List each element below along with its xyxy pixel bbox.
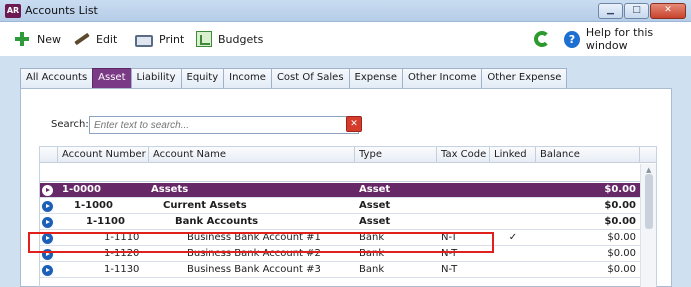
budgets-button[interactable]: Budgets — [196, 30, 263, 48]
row-arrow-icon[interactable] — [42, 249, 53, 260]
pencil-icon — [72, 30, 90, 48]
cell-name: Business Bank Account #1 — [187, 232, 321, 243]
help-button[interactable]: ? Help for this window — [564, 26, 691, 52]
cell-linked — [490, 183, 536, 198]
scroll-up-icon[interactable]: ▲ — [646, 166, 651, 174]
cell-type: Bank — [359, 264, 385, 275]
cell-tax — [437, 199, 490, 214]
print-button[interactable]: Print — [135, 30, 184, 48]
col-type[interactable]: Type — [355, 147, 437, 163]
search-label: Search: — [51, 119, 89, 130]
accounts-table: Account Number Account Name Type Tax Cod… — [39, 146, 657, 287]
cell-linked: ✓ — [508, 232, 518, 243]
vertical-scrollbar[interactable]: ▲ — [640, 164, 656, 287]
print-label: Print — [159, 32, 185, 46]
cell-number: 1-0000 — [62, 184, 101, 195]
tab-all-accounts[interactable]: All Accounts — [20, 68, 94, 88]
title-bar: AR Accounts List ▁ □ ✕ — [0, 0, 691, 22]
cell-number: 1-1130 — [104, 264, 140, 275]
tab-asset[interactable]: Asset — [92, 68, 132, 88]
cell-type: Bank — [359, 248, 385, 259]
row-arrow-icon[interactable] — [42, 217, 53, 228]
edit-label: Edit — [96, 32, 118, 46]
tab-equity[interactable]: Equity — [180, 68, 225, 88]
cell-tax: N-T — [441, 264, 458, 275]
cell-number: 1-1100 — [86, 216, 125, 227]
cell-name: Business Bank Account #2 — [187, 248, 321, 259]
table-row[interactable]: 1-1120 Business Bank Account #2 Bank N-T $0.… — [40, 247, 640, 262]
col-linked[interactable]: Linked — [490, 147, 536, 163]
tab-income[interactable]: Income — [223, 68, 272, 88]
cell-linked — [490, 199, 536, 214]
tab-liability[interactable]: Liability — [130, 68, 182, 88]
tab-expense[interactable]: Expense — [348, 68, 403, 88]
accounts-panel: Search: ✕ Account Number Account Name Ty… — [20, 88, 672, 287]
cell-name: Current Assets — [163, 200, 247, 211]
maximize-button[interactable]: □ — [624, 3, 649, 19]
row-arrow-icon[interactable] — [42, 185, 53, 196]
scrollbar-thumb[interactable] — [645, 174, 653, 229]
search-input[interactable] — [89, 116, 359, 134]
row-arrow-icon[interactable] — [42, 201, 53, 212]
cell-type: Bank — [359, 232, 385, 243]
plus-icon — [13, 30, 31, 48]
cell-balance: $0.00 — [607, 232, 636, 243]
cell-tax: N-T — [441, 232, 458, 243]
minimize-button[interactable]: ▁ — [598, 3, 623, 19]
col-account-name[interactable]: Account Name — [149, 147, 355, 163]
cell-linked — [490, 215, 536, 230]
cell-balance: $0.00 — [604, 216, 636, 227]
new-label: New — [37, 32, 61, 46]
table-row[interactable]: 1-0000 Assets Asset $0.00 — [40, 183, 640, 198]
budget-icon — [196, 31, 212, 47]
col-tax-code[interactable]: Tax Code — [437, 147, 490, 163]
cell-tax — [437, 183, 490, 198]
table-row[interactable]: 1-1000 Current Assets Asset $0.00 — [40, 199, 640, 214]
cell-linked — [490, 247, 536, 262]
refresh-icon[interactable] — [532, 29, 552, 49]
tab-other-expense[interactable]: Other Expense — [481, 68, 568, 88]
toolbar: New Edit Print Budgets ? Help for this w… — [0, 22, 691, 56]
table-row[interactable]: 1-1130 Business Bank Account #3 Bank N-T $0.… — [40, 263, 640, 278]
printer-icon — [135, 35, 153, 47]
cell-balance: $0.00 — [604, 184, 636, 195]
new-button[interactable]: New — [13, 30, 61, 48]
cell-balance: $0.00 — [607, 248, 636, 259]
cell-type: Asset — [359, 184, 391, 195]
cell-number: 1-1000 — [74, 200, 113, 211]
cell-name: Business Bank Account #3 — [187, 264, 321, 275]
budgets-label: Budgets — [218, 32, 264, 46]
close-button[interactable]: ✕ — [650, 3, 686, 19]
tab-cost-of-sales[interactable]: Cost Of Sales — [270, 68, 350, 88]
account-type-tabs: All Accounts Asset Liability Equity Income Co… — [20, 68, 568, 88]
cell-number: 1-1120 — [104, 248, 140, 259]
cell-name: Bank Accounts — [175, 216, 259, 227]
cell-type: Asset — [359, 216, 391, 227]
table-row[interactable]: 1-1110 Business Bank Account #1 Bank N-T ✓ $0… — [40, 231, 640, 246]
cell-linked — [490, 263, 536, 278]
table-header: Account Number Account Name Type Tax Cod… — [40, 147, 656, 163]
cell-balance: $0.00 — [604, 200, 636, 211]
cell-balance: $0.00 — [607, 264, 636, 275]
tab-other-income[interactable]: Other Income — [401, 68, 483, 88]
row-arrow-icon[interactable] — [42, 233, 53, 244]
cell-number: 1-1110 — [104, 232, 140, 243]
edit-button[interactable]: Edit — [72, 30, 117, 48]
filter-row — [40, 164, 640, 182]
clear-search-icon[interactable]: ✕ — [346, 116, 362, 132]
cell-type: Asset — [359, 200, 391, 211]
help-label: Help for this window — [585, 26, 654, 52]
cell-name: Assets — [151, 184, 189, 195]
row-arrow-icon[interactable] — [42, 265, 53, 276]
app-logo: AR — [5, 4, 21, 18]
table-row[interactable]: 1-1100 Bank Accounts Asset $0.00 — [40, 215, 640, 230]
help-icon: ? — [564, 30, 580, 48]
window-title: Accounts List — [25, 4, 98, 17]
cell-tax: N-T — [441, 248, 458, 259]
col-balance[interactable]: Balance — [536, 147, 640, 163]
col-account-number[interactable]: Account Number — [58, 147, 149, 163]
cell-tax — [437, 215, 490, 230]
